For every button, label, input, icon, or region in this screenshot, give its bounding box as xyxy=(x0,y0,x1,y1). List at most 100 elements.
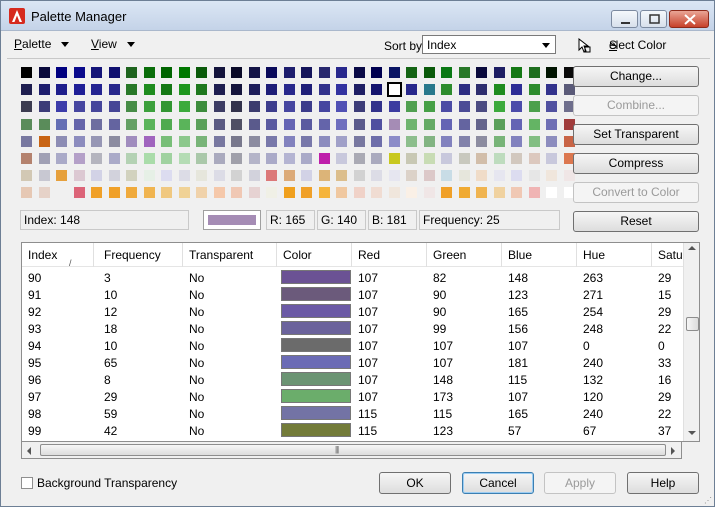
palette-swatch[interactable] xyxy=(406,187,417,199)
palette-swatch[interactable] xyxy=(546,170,557,182)
palette-swatch[interactable] xyxy=(406,84,417,96)
palette-swatch[interactable] xyxy=(511,153,522,164)
palette-swatch[interactable] xyxy=(458,187,470,199)
palette-swatch[interactable] xyxy=(388,101,400,113)
palette-swatch[interactable] xyxy=(528,101,540,113)
palette-swatch[interactable] xyxy=(406,153,417,164)
palette-swatch[interactable] xyxy=(73,153,85,164)
palette-swatch[interactable] xyxy=(21,153,32,164)
palette-swatch[interactable] xyxy=(476,170,487,182)
palette-swatch[interactable] xyxy=(493,187,505,199)
palette-swatch[interactable] xyxy=(196,67,207,78)
palette-swatch[interactable] xyxy=(283,118,295,130)
palette-swatch[interactable] xyxy=(546,67,557,78)
palette-swatch[interactable] xyxy=(178,67,190,78)
palette-swatch[interactable] xyxy=(231,118,242,130)
palette-swatch[interactable] xyxy=(178,170,190,182)
palette-swatch[interactable] xyxy=(248,118,260,130)
palette-swatch[interactable] xyxy=(248,101,260,113)
palette-swatch[interactable] xyxy=(161,67,172,78)
palette-swatch[interactable] xyxy=(73,101,85,113)
palette-swatch[interactable] xyxy=(56,118,67,130)
palette-swatch[interactable] xyxy=(283,67,295,78)
palette-swatch[interactable] xyxy=(248,170,260,182)
palette-swatch[interactable] xyxy=(21,84,32,96)
palette-swatch[interactable] xyxy=(91,84,102,96)
palette-swatch[interactable] xyxy=(108,67,120,78)
palette-swatch[interactable] xyxy=(231,67,242,78)
palette-swatch[interactable] xyxy=(126,135,137,147)
horizontal-scrollbar[interactable]: ||| xyxy=(21,442,682,459)
palette-color-grid[interactable] xyxy=(21,67,575,201)
palette-swatch[interactable] xyxy=(196,135,207,147)
palette-swatch[interactable] xyxy=(91,187,102,199)
palette-swatch[interactable] xyxy=(458,153,470,164)
palette-swatch[interactable] xyxy=(178,84,190,96)
palette-swatch[interactable] xyxy=(91,67,102,78)
palette-swatch[interactable] xyxy=(511,84,522,96)
palette-swatch[interactable] xyxy=(38,153,50,164)
table-row[interactable]: 96 8 No 107 148 115 132 16 xyxy=(22,371,683,388)
palette-swatch[interactable] xyxy=(528,153,540,164)
column-header-green[interactable]: Green xyxy=(427,243,502,267)
palette-swatch[interactable] xyxy=(476,135,487,147)
combine-button[interactable]: Combine... xyxy=(573,95,699,116)
palette-swatch[interactable] xyxy=(353,170,365,182)
palette-swatch[interactable] xyxy=(476,101,487,113)
palette-swatch[interactable] xyxy=(126,153,137,164)
palette-swatch[interactable] xyxy=(388,153,400,164)
palette-swatch[interactable] xyxy=(318,118,330,130)
vertical-scrollbar[interactable] xyxy=(683,243,699,441)
palette-swatch[interactable] xyxy=(21,67,32,78)
palette-swatch[interactable] xyxy=(283,153,295,164)
table-row[interactable]: 98 59 No 115 115 165 240 22 xyxy=(22,405,683,422)
palette-swatch[interactable] xyxy=(423,170,435,182)
table-row[interactable]: 93 18 No 107 99 156 248 22 xyxy=(22,320,683,337)
palette-swatch[interactable] xyxy=(336,170,347,182)
palette-swatch[interactable] xyxy=(213,170,225,182)
scroll-up-arrow-icon[interactable] xyxy=(688,246,696,250)
minimize-button[interactable] xyxy=(611,10,638,28)
palette-swatch[interactable] xyxy=(476,118,487,130)
column-header-hue[interactable]: Hue xyxy=(577,243,652,267)
palette-swatch[interactable] xyxy=(458,67,470,78)
palette-swatch[interactable] xyxy=(423,67,435,78)
palette-swatch[interactable] xyxy=(476,153,487,164)
palette-swatch[interactable] xyxy=(21,170,32,182)
palette-swatch[interactable] xyxy=(423,135,435,147)
palette-swatch[interactable] xyxy=(493,118,505,130)
palette-swatch[interactable] xyxy=(161,187,172,199)
palette-swatch[interactable] xyxy=(301,84,312,96)
palette-swatch[interactable] xyxy=(511,118,522,130)
palette-swatch[interactable] xyxy=(143,135,155,147)
palette-swatch[interactable] xyxy=(196,170,207,182)
palette-swatch[interactable] xyxy=(56,101,67,113)
palette-swatch[interactable] xyxy=(336,118,347,130)
palette-swatch[interactable] xyxy=(528,67,540,78)
palette-swatch[interactable] xyxy=(528,84,540,96)
palette-swatch[interactable] xyxy=(231,84,242,96)
palette-swatch[interactable] xyxy=(21,118,32,130)
palette-swatch[interactable] xyxy=(353,135,365,147)
palette-swatch[interactable] xyxy=(423,118,435,130)
palette-swatch[interactable] xyxy=(336,135,347,147)
palette-swatch[interactable] xyxy=(196,153,207,164)
palette-swatch[interactable] xyxy=(38,84,50,96)
palette-swatch[interactable] xyxy=(441,118,452,130)
column-header-red[interactable]: Red xyxy=(352,243,427,267)
palette-swatch[interactable] xyxy=(546,84,557,96)
palette-swatch[interactable] xyxy=(56,170,67,182)
palette-swatch[interactable] xyxy=(353,67,365,78)
palette-swatch[interactable] xyxy=(353,118,365,130)
palette-swatch[interactable] xyxy=(301,101,312,113)
palette-swatch[interactable] xyxy=(231,153,242,164)
palette-swatch[interactable] xyxy=(301,67,312,78)
table-row[interactable]: 95 65 No 107 107 181 240 33 xyxy=(22,354,683,371)
palette-swatch[interactable] xyxy=(441,187,452,199)
palette-swatch[interactable] xyxy=(371,84,382,96)
palette-swatch[interactable] xyxy=(458,170,470,182)
table-row[interactable]: 90 3 No 107 82 148 263 29 xyxy=(22,269,683,286)
palette-swatch[interactable] xyxy=(511,135,522,147)
reset-button[interactable]: Reset xyxy=(573,211,699,232)
palette-swatch[interactable] xyxy=(528,170,540,182)
